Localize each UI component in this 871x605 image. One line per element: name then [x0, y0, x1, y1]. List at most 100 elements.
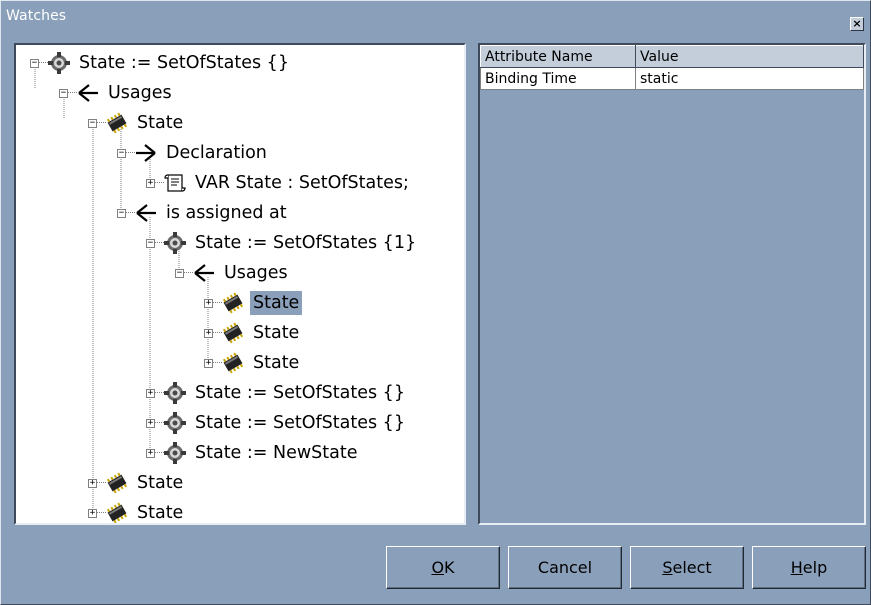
- window-title: Watches: [6, 8, 67, 24]
- expand-icon[interactable]: +: [146, 448, 155, 458]
- chip-icon: [106, 472, 128, 494]
- watches-window: Watches × − State:= SetOfStates {} − Us…: [0, 0, 871, 605]
- expand-icon[interactable]: +: [88, 478, 97, 488]
- tree-node-label: VAR State : SetOfStates;: [195, 173, 409, 193]
- cancel-label: Cancel: [537, 558, 593, 577]
- column-header-value[interactable]: Value: [635, 45, 864, 68]
- collapse-icon[interactable]: −: [117, 208, 126, 218]
- help-label-rest: elp: [802, 558, 828, 577]
- tree-node[interactable]: + VAR State : SetOfStates;: [146, 169, 412, 197]
- expand-icon[interactable]: +: [204, 328, 213, 338]
- tree-branch-line: [213, 362, 222, 364]
- help-accelerator: H: [790, 558, 803, 577]
- gear-icon: [164, 442, 186, 464]
- collapse-icon[interactable]: −: [30, 58, 39, 68]
- tree-node-label: State := SetOfStates {1}: [195, 233, 417, 253]
- tree-branch-line: [97, 512, 106, 514]
- tree-node-label: Usages: [224, 263, 288, 283]
- expand-icon[interactable]: +: [146, 418, 155, 428]
- tree-branch-line: [126, 152, 135, 154]
- attribute-table: Attribute Name Value Binding Time static: [480, 45, 864, 90]
- tree-branch-line: [184, 272, 193, 274]
- gear-icon: [164, 232, 186, 254]
- tree-node-label: State: [253, 323, 300, 343]
- close-button[interactable]: ×: [850, 17, 864, 31]
- usages-arrow-icon: [193, 262, 215, 284]
- tree-node-label: State := SetOfStates {}: [195, 383, 405, 403]
- tree-branch-line: [97, 482, 106, 484]
- tree-branch-line: [155, 182, 164, 184]
- column-header-attribute-name[interactable]: Attribute Name: [480, 45, 636, 68]
- chip-icon: [222, 292, 244, 314]
- cancel-button[interactable]: Cancel: [508, 546, 622, 589]
- select-accelerator: S: [662, 558, 673, 577]
- ok-accelerator: O: [431, 558, 445, 577]
- declaration-arrow-icon: [135, 142, 157, 164]
- collapse-icon[interactable]: −: [88, 118, 97, 128]
- tree-node-label: State: [253, 353, 300, 373]
- expand-icon[interactable]: +: [146, 178, 155, 188]
- tree-node[interactable]: + State: [204, 319, 302, 347]
- tree-node-label: Usages: [108, 83, 172, 103]
- gear-icon: [164, 412, 186, 434]
- tree-node[interactable]: − Usages: [59, 79, 175, 107]
- select-label-rest: elect: [672, 558, 712, 577]
- tree-node[interactable]: − State: [88, 109, 186, 137]
- tree-branch-line: [97, 122, 106, 124]
- scroll-icon: [164, 172, 186, 194]
- expand-icon[interactable]: +: [146, 388, 155, 398]
- collapse-icon[interactable]: −: [146, 238, 155, 248]
- tree-branch-line: [39, 62, 48, 64]
- tree-branch-line: [155, 242, 164, 244]
- chip-icon: [222, 352, 244, 374]
- collapse-icon[interactable]: −: [117, 148, 126, 158]
- tree-node[interactable]: − is assigned at: [117, 199, 290, 227]
- tree-branch-line: [126, 212, 135, 214]
- tree-node[interactable]: − Declaration: [117, 139, 270, 167]
- watches-tree[interactable]: − State := SetOfStates {} − Usages − State − De…: [14, 43, 466, 525]
- chip-icon: [222, 322, 244, 344]
- expand-icon[interactable]: +: [204, 358, 213, 368]
- help-button[interactable]: Help: [752, 546, 866, 589]
- attribute-header-row: Attribute Name Value: [480, 45, 864, 68]
- tree-node-label: State: [248, 290, 304, 316]
- tree-node[interactable]: − State := SetOfStates {}: [30, 49, 292, 77]
- attribute-value-cell: static: [635, 67, 864, 90]
- expand-icon[interactable]: +: [88, 508, 97, 518]
- tree-node-label: State: [137, 473, 184, 493]
- tree-node[interactable]: − Usages: [175, 259, 291, 287]
- tree-node-label: Declaration: [166, 143, 267, 163]
- tree-node-label: is assigned at: [166, 203, 287, 223]
- collapse-icon[interactable]: −: [175, 268, 184, 278]
- tree-node[interactable]: + State := SetOfStates {}: [146, 379, 408, 407]
- tree-node[interactable]: + State: [204, 349, 302, 377]
- ok-label-rest: K: [444, 558, 455, 577]
- ok-button[interactable]: OK: [386, 546, 500, 589]
- collapse-icon[interactable]: −: [59, 88, 68, 98]
- select-button[interactable]: Select: [630, 546, 744, 589]
- expand-icon[interactable]: +: [204, 298, 213, 308]
- title-bar: Watches ×: [3, 3, 868, 34]
- tree-node[interactable]: + State: [88, 469, 186, 497]
- tree-branch-line: [68, 92, 77, 94]
- tree-node-label: State: [137, 113, 184, 133]
- tree-node[interactable]: + State := NewState: [146, 439, 361, 467]
- tree-node-label: State := NewState: [195, 443, 358, 463]
- tree-node[interactable]: + State: [204, 289, 304, 317]
- usages-arrow-icon: [135, 202, 157, 224]
- attribute-name-cell: Binding Time: [480, 67, 636, 90]
- tree-node[interactable]: − State := SetOfStates {1}: [146, 229, 419, 257]
- tree-node[interactable]: + State: [88, 499, 186, 523]
- tree-branch-line: [213, 302, 222, 304]
- tree-node-label: State := SetOfStates {}: [195, 413, 405, 433]
- usages-arrow-icon: [77, 82, 99, 104]
- tree-node[interactable]: + State := SetOfStates {}: [146, 409, 408, 437]
- gear-icon: [48, 52, 70, 74]
- chip-icon: [106, 112, 128, 134]
- attribute-panel: Attribute Name Value Binding Time static: [478, 43, 866, 525]
- attribute-row[interactable]: Binding Time static: [480, 67, 864, 90]
- tree-branch-line: [155, 392, 164, 394]
- tree-branch-line: [155, 422, 164, 424]
- gear-icon: [164, 382, 186, 404]
- tree-branch-line: [213, 332, 222, 334]
